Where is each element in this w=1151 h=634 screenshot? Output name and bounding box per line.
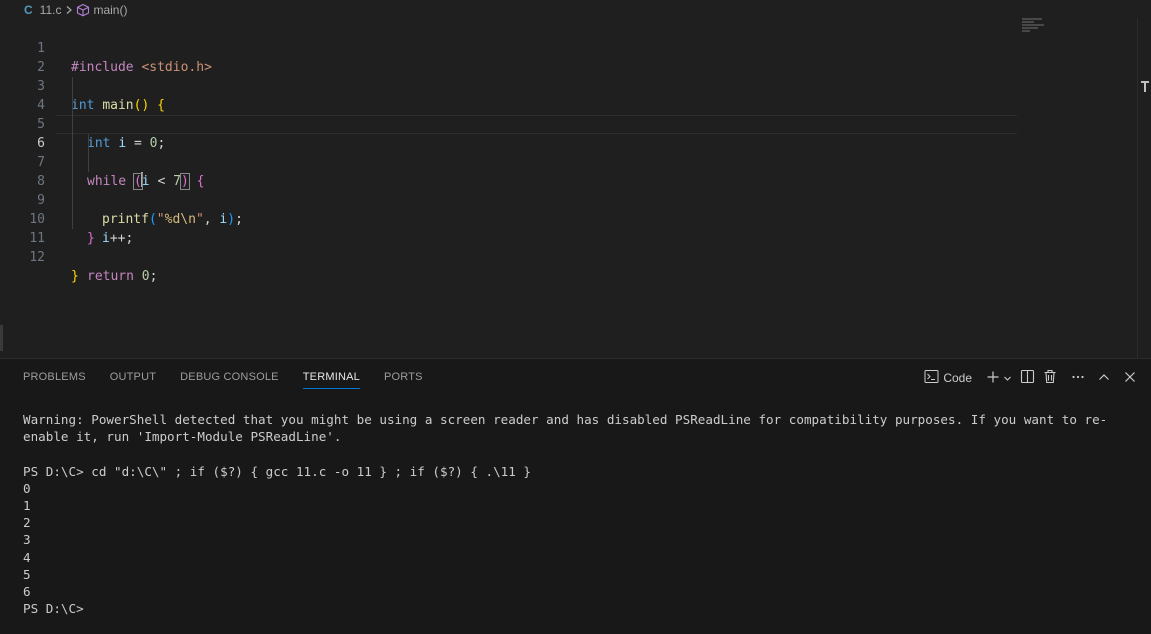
terminal-line: 4 [23, 549, 31, 565]
overview-cursor-marker [1140, 78, 1150, 92]
maximize-panel-button[interactable] [1097, 368, 1111, 388]
code-line[interactable]: 9 } [0, 172, 1017, 246]
plus-icon [986, 369, 1000, 388]
code-line-current[interactable]: 6 while (i < 7) { [0, 115, 1017, 190]
code-line[interactable]: 1 #include <stdio.h> [0, 20, 1017, 75]
code-line[interactable]: 5 [0, 96, 1017, 132]
breadcrumb-file[interactable]: 11.c [40, 3, 62, 17]
trash-icon [1043, 369, 1057, 388]
panel-tabs: PROBLEMS OUTPUT DEBUG CONSOLE TERMINAL PORTS [23, 359, 423, 396]
vertical-scrollbar[interactable] [1137, 18, 1151, 358]
terminal-line: Warning: PowerShell detected that you mi… [23, 412, 1108, 445]
terminal-line: PS D:\C> [23, 601, 84, 617]
minimap[interactable] [1022, 18, 1052, 48]
tab-debug-console[interactable]: DEBUG CONSOLE [180, 359, 279, 396]
kill-terminal-button[interactable] [1043, 368, 1057, 388]
terminal-line: PS D:\C> cd "d:\C\" ; if ($?) { gcc 11.c… [23, 463, 531, 479]
code-area[interactable]: 1 #include <stdio.h> 2 3 int main() { 4 … [0, 20, 1017, 284]
c-file-icon: C [24, 2, 33, 17]
terminal-line: 0 [23, 480, 31, 496]
indent-guide [72, 153, 73, 172]
tab-ports[interactable]: PORTS [384, 359, 423, 396]
bottom-panel: PROBLEMS OUTPUT DEBUG CONSOLE TERMINAL PORTS… [0, 358, 1151, 634]
terminal-profile-button[interactable]: Code [924, 368, 972, 388]
chevron-up-icon [1097, 369, 1111, 388]
panel-actions: Code [924, 368, 1137, 388]
indent-guide [72, 96, 73, 115]
terminal-output[interactable]: Warning: PowerShell detected that you mi… [23, 411, 1135, 617]
tab-output[interactable]: OUTPUT [110, 359, 156, 396]
close-icon [1123, 369, 1137, 388]
indent-guide [88, 134, 89, 153]
terminal-line: 5 [23, 566, 31, 582]
new-terminal-button[interactable] [986, 368, 1012, 388]
code-line[interactable]: 12 } [0, 229, 1017, 284]
indent-guide [72, 172, 73, 191]
indent-guide [88, 153, 89, 172]
code-line[interactable]: 7 printf("%d\n", i); [0, 134, 1017, 227]
tab-terminal[interactable]: TERMINAL [302, 359, 361, 396]
indent-guide [72, 210, 73, 229]
sash-handle[interactable] [0, 325, 3, 351]
ellipsis-icon [1071, 369, 1085, 388]
chevron-right-icon [64, 5, 74, 15]
code-line[interactable]: 4 int i = 0; [0, 77, 1017, 151]
indent-guide [72, 77, 73, 96]
indent-guide [72, 191, 73, 210]
terminal-profile-label: Code [943, 371, 972, 385]
code-line[interactable]: 10 [0, 191, 1017, 227]
close-panel-button[interactable] [1123, 368, 1137, 388]
split-icon [1020, 369, 1035, 388]
terminal-line: 2 [23, 515, 31, 531]
line-number: 12 [29, 250, 45, 265]
terminal-line: 1 [23, 498, 31, 513]
code-line[interactable]: 8 i++; [0, 153, 1017, 246]
terminal-line: 3 [23, 532, 31, 548]
indent-guide [72, 115, 73, 134]
code-line[interactable]: 2 [0, 39, 1017, 75]
breadcrumb: C 11.c main() [24, 0, 127, 19]
chevron-down-icon[interactable] [1003, 374, 1012, 383]
terminal-icon [924, 369, 939, 388]
token-control: return [87, 269, 134, 284]
code-line[interactable]: 11 return 0; [0, 210, 1017, 284]
breadcrumb-symbol[interactable]: main() [93, 3, 127, 17]
indent-guide [72, 134, 73, 153]
terminal-line: 6 [23, 584, 31, 600]
editor[interactable]: C 11.c main() 1 #include <stdio.h> 2 3 i… [0, 0, 1151, 358]
code-line[interactable]: 3 int main() { [0, 58, 1017, 113]
more-actions-button[interactable] [1071, 368, 1085, 388]
cube-icon [76, 3, 90, 17]
tab-problems[interactable]: PROBLEMS [23, 359, 86, 396]
token-number: 0 [141, 269, 150, 284]
split-terminal-button[interactable] [1020, 368, 1035, 388]
